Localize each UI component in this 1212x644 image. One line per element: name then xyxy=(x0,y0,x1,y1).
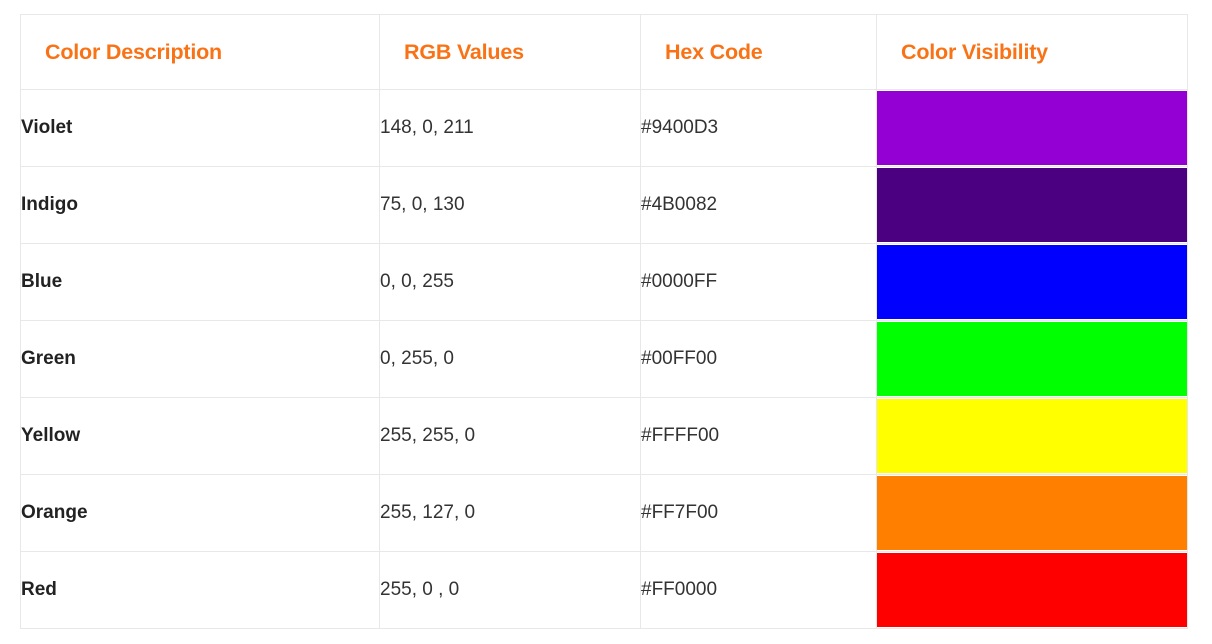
cell-color-description: Blue xyxy=(20,243,380,321)
cell-color-description: Red xyxy=(20,551,380,629)
cell-rgb-values: 0, 0, 255 xyxy=(379,243,641,321)
cell-hex-code: #FF7F00 xyxy=(640,474,877,552)
cell-hex-code: #FF0000 xyxy=(640,551,877,629)
table-row: Yellow 255, 255, 0 #FFFF00 xyxy=(20,397,1188,475)
cell-hex-code: #0000FF xyxy=(640,243,877,321)
cell-color-visibility xyxy=(876,320,1188,398)
cell-rgb-values: 255, 255, 0 xyxy=(379,397,641,475)
column-header-rgb-values: RGB Values xyxy=(379,14,641,90)
column-header-color-visibility: Color Visibility xyxy=(876,14,1188,90)
cell-hex-code: #9400D3 xyxy=(640,89,877,167)
cell-rgb-values: 75, 0, 130 xyxy=(379,166,641,244)
cell-rgb-values: 148, 0, 211 xyxy=(379,89,641,167)
cell-color-visibility xyxy=(876,474,1188,552)
table-row: Blue 0, 0, 255 #0000FF xyxy=(20,243,1188,321)
table-header-row: Color Description RGB Values Hex Code Co… xyxy=(20,14,1188,90)
color-swatch xyxy=(877,553,1187,627)
page-root: Color Description RGB Values Hex Code Co… xyxy=(0,0,1212,644)
table-row: Violet 148, 0, 211 #9400D3 xyxy=(20,89,1188,167)
cell-hex-code: #FFFF00 xyxy=(640,397,877,475)
cell-color-description: Indigo xyxy=(20,166,380,244)
cell-hex-code: #00FF00 xyxy=(640,320,877,398)
cell-color-visibility xyxy=(876,89,1188,167)
table-row: Red 255, 0 , 0 #FF0000 xyxy=(20,551,1188,629)
table-header: Color Description RGB Values Hex Code Co… xyxy=(20,14,1188,90)
color-swatch xyxy=(877,476,1187,550)
cell-color-description: Green xyxy=(20,320,380,398)
table-row: Indigo 75, 0, 130 #4B0082 xyxy=(20,166,1188,244)
column-header-color-description: Color Description xyxy=(20,14,380,90)
cell-color-description: Orange xyxy=(20,474,380,552)
color-swatch xyxy=(877,245,1187,319)
table-body: Violet 148, 0, 211 #9400D3 Indigo 75, 0, 130… xyxy=(20,89,1188,629)
color-swatch xyxy=(877,168,1187,242)
cell-color-visibility xyxy=(876,243,1188,321)
cell-color-description: Yellow xyxy=(20,397,380,475)
cell-color-visibility xyxy=(876,166,1188,244)
color-swatch xyxy=(877,399,1187,473)
table-row: Green 0, 255, 0 #00FF00 xyxy=(20,320,1188,398)
cell-color-description: Violet xyxy=(20,89,380,167)
cell-color-visibility xyxy=(876,397,1188,475)
column-header-hex-code: Hex Code xyxy=(640,14,877,90)
color-swatch xyxy=(877,91,1187,165)
color-reference-table: Color Description RGB Values Hex Code Co… xyxy=(20,14,1188,629)
table-row: Orange 255, 127, 0 #FF7F00 xyxy=(20,474,1188,552)
cell-rgb-values: 255, 0 , 0 xyxy=(379,551,641,629)
cell-color-visibility xyxy=(876,551,1188,629)
cell-hex-code: #4B0082 xyxy=(640,166,877,244)
cell-rgb-values: 0, 255, 0 xyxy=(379,320,641,398)
cell-rgb-values: 255, 127, 0 xyxy=(379,474,641,552)
color-swatch xyxy=(877,322,1187,396)
